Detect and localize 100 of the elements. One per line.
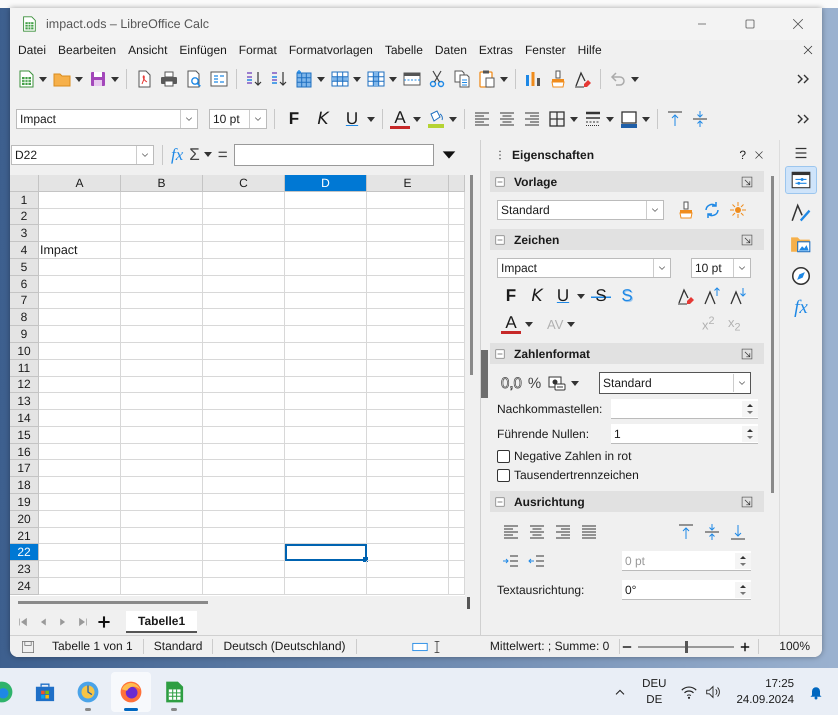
row-header[interactable]: 13	[10, 393, 39, 410]
format-button[interactable]: U	[342, 109, 362, 129]
menu-item[interactable]: Format	[232, 43, 283, 57]
input-language[interactable]: DEU DE	[642, 676, 666, 708]
column-header[interactable]: E	[367, 174, 449, 192]
grow-font-icon[interactable]	[702, 286, 722, 306]
caret-icon[interactable]	[571, 380, 580, 386]
format-button[interactable]: K	[313, 109, 333, 129]
highlight-icon[interactable]	[426, 109, 446, 129]
cut-icon[interactable]	[427, 69, 447, 89]
font-dropdown[interactable]: Impact	[16, 109, 198, 129]
menu-item[interactable]: Extras	[472, 43, 519, 57]
format-button[interactable]: F	[284, 109, 304, 129]
help-button[interactable]: ?	[739, 148, 746, 162]
save-icon[interactable]	[88, 69, 108, 89]
sheet-tab[interactable]: Tabelle1	[126, 611, 198, 634]
shrink-font-icon[interactable]	[728, 286, 748, 306]
row-header[interactable]: 7	[10, 292, 39, 310]
format-button[interactable]: K	[527, 286, 547, 306]
caret-icon[interactable]	[367, 116, 375, 122]
rotation-field[interactable]: 0°	[622, 580, 751, 600]
border-color-icon[interactable]	[619, 109, 639, 129]
caret-icon[interactable]	[525, 322, 533, 326]
number-format-dropdown[interactable]: Standard	[599, 372, 751, 394]
number-field[interactable]: 1	[611, 424, 758, 444]
caret-icon[interactable]	[577, 294, 585, 298]
taskbar-app[interactable]	[111, 672, 151, 712]
caret-icon[interactable]	[606, 116, 614, 122]
row-header[interactable]: 23	[10, 561, 39, 578]
align-middle-icon[interactable]	[690, 109, 710, 129]
sidebar-splitter-handle[interactable]	[481, 350, 488, 398]
more-options-icon[interactable]	[740, 346, 754, 360]
format-button[interactable]: U	[553, 286, 573, 306]
formula-input[interactable]	[234, 144, 434, 166]
font-color-button[interactable]: A	[390, 109, 410, 129]
zoom-level[interactable]: 100%	[758, 639, 822, 654]
row-header[interactable]: 14	[10, 410, 39, 427]
zoom-slider[interactable]	[685, 640, 688, 652]
menu-item[interactable]: Ansicht	[122, 43, 174, 57]
menu-item[interactable]: Formatvorlagen	[282, 43, 379, 57]
close-icon[interactable]	[790, 16, 806, 32]
row-header[interactable]: 20	[10, 510, 39, 528]
format-button[interactable]: F	[501, 286, 521, 306]
scrollbar[interactable]	[18, 601, 208, 604]
column-header[interactable]	[449, 174, 465, 192]
font-dropdown[interactable]: Impact	[497, 258, 671, 278]
formula-button[interactable]: Σ	[189, 144, 200, 165]
font-size-dropdown[interactable]: 10 pt	[691, 258, 751, 278]
row-header[interactable]: 19	[10, 494, 39, 511]
clear-format-icon[interactable]	[573, 69, 593, 89]
row-header[interactable]: 3	[10, 225, 39, 242]
number-field[interactable]	[611, 399, 758, 419]
row-header[interactable]: 10	[10, 342, 39, 360]
row-header[interactable]: 22	[10, 544, 39, 562]
row-header[interactable]: 5	[10, 258, 39, 276]
checkbox[interactable]	[497, 468, 510, 482]
formula-button[interactable]: =	[218, 144, 228, 165]
font-color-button[interactable]: A	[501, 314, 521, 334]
caret-icon[interactable]	[631, 76, 639, 82]
add-sheet-icon[interactable]	[96, 614, 112, 630]
menu-item[interactable]: Bearbeiten	[52, 43, 122, 57]
table-cell[interactable]	[285, 544, 367, 562]
print-icon[interactable]	[159, 69, 179, 89]
align-top-icon[interactable]	[665, 109, 685, 129]
align-bottom-icon[interactable]	[728, 522, 748, 542]
row-header[interactable]: 4	[10, 242, 39, 259]
table-cell[interactable]: Impact	[39, 242, 121, 259]
copy-icon[interactable]	[452, 69, 472, 89]
clear-format-icon[interactable]	[676, 286, 696, 306]
row-header[interactable]: 2	[10, 208, 39, 226]
align-top-icon[interactable]	[676, 522, 696, 542]
clock[interactable]: 17:25 24.09.2024	[736, 676, 794, 708]
row-header[interactable]: 18	[10, 477, 39, 494]
speaker-icon[interactable]	[704, 682, 722, 700]
select-all-corner[interactable]	[10, 174, 39, 192]
menu-item[interactable]: Einfügen	[173, 43, 233, 57]
menu-item[interactable]: Datei	[12, 43, 52, 57]
column-header[interactable]: D	[285, 174, 367, 192]
row-header[interactable]: 6	[10, 276, 39, 293]
row-header[interactable]: 17	[10, 460, 39, 478]
collapse-icon[interactable]	[494, 348, 506, 360]
row-header[interactable]: 24	[10, 578, 39, 595]
caret-icon[interactable]	[39, 76, 47, 82]
caret-icon[interactable]	[449, 116, 457, 122]
collapse-icon[interactable]	[494, 234, 506, 246]
sparkle-icon[interactable]	[728, 200, 748, 220]
caret-icon[interactable]	[500, 76, 508, 82]
borders-icon[interactable]	[547, 109, 567, 129]
name-box[interactable]: D22	[11, 144, 154, 165]
style-dropdown[interactable]: Standard	[497, 200, 664, 220]
collapse-icon[interactable]	[494, 496, 506, 508]
row-header[interactable]: 15	[10, 426, 39, 444]
row-header[interactable]: 11	[10, 360, 39, 376]
more-options-icon[interactable]	[740, 232, 754, 246]
more-options-icon[interactable]	[740, 494, 754, 508]
checkbox[interactable]	[497, 450, 510, 462]
caret-icon[interactable]	[570, 116, 578, 122]
caret-icon[interactable]	[353, 76, 361, 82]
insert-table-icon[interactable]	[294, 69, 314, 89]
font-size-dropdown[interactable]: 10 pt	[209, 109, 267, 129]
